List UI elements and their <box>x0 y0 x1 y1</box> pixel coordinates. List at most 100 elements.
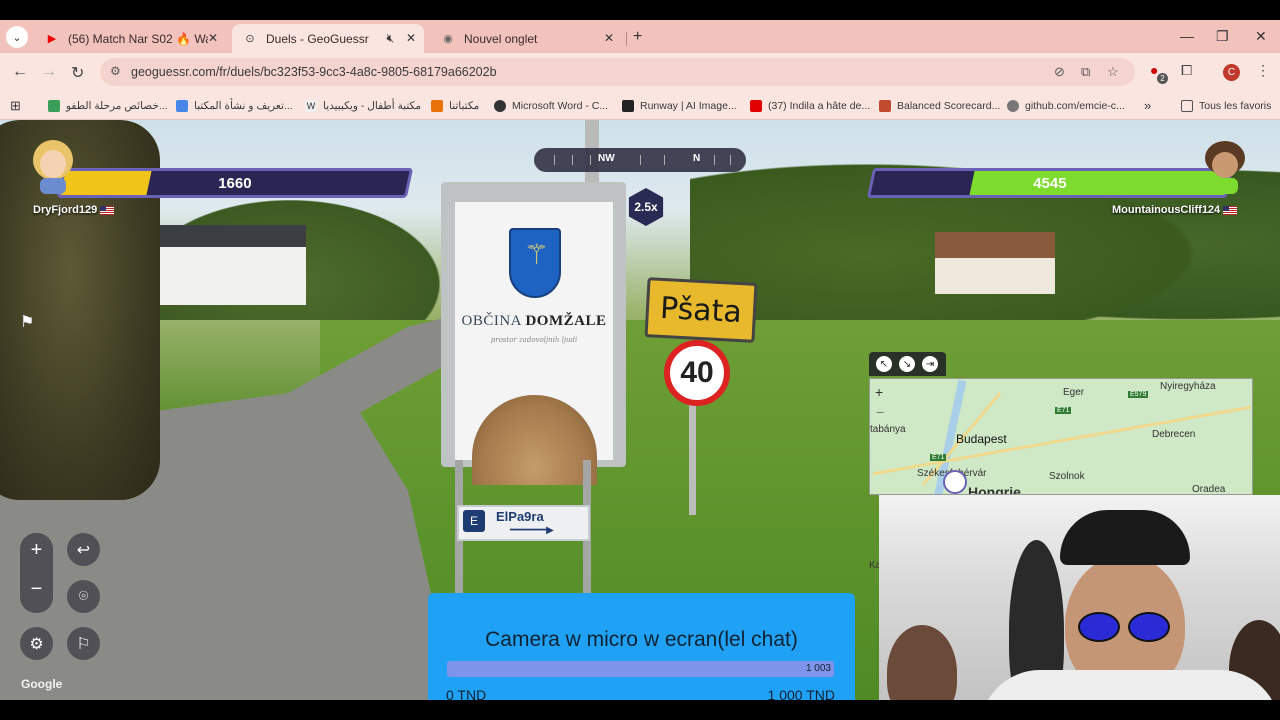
url-text[interactable]: geoguessr.com/fr/duels/bc323f53-9cc3-4a8… <box>131 65 497 79</box>
compass-tick <box>664 155 665 165</box>
settings-gear-icon[interactable]: ⚙ <box>20 627 53 660</box>
map-zoom-out-icon[interactable]: − <box>876 404 884 420</box>
close-tab-icon[interactable]: ✕ <box>406 31 416 45</box>
tab-strip: ⌄ ▶ (56) Match Nar S02 🔥 Walid E ✕ ⊙ Due… <box>0 20 1280 53</box>
us-flag-icon <box>100 205 115 215</box>
crest-emblem-icon: ⚚ <box>524 239 550 270</box>
company-sign-text: ElPa9ra <box>496 509 544 524</box>
map-city: Oradea <box>1192 484 1226 495</box>
tab-separator <box>626 32 627 46</box>
player1-avatar <box>30 138 76 194</box>
map-road <box>872 405 1252 476</box>
sunglasses-right <box>1128 612 1170 642</box>
report-flag-icon[interactable]: ⚑ <box>20 312 42 334</box>
more-bookmarks-chevron-icon[interactable]: » <box>1144 97 1151 114</box>
map-city: Debrecen <box>1152 429 1196 440</box>
bookmark-item[interactable]: Runway | AI Image... <box>622 97 737 114</box>
bottom-letterbox <box>0 700 1280 720</box>
compass-tick <box>730 155 731 165</box>
player1-health-value: 1660 <box>218 175 252 192</box>
bookmark-item[interactable]: تعريف و نشأة المكتبا... <box>176 97 293 114</box>
chrome-icon: ◉ <box>443 33 453 45</box>
google-watermark: Google <box>21 677 63 691</box>
blogger-icon <box>431 99 443 112</box>
flag-checkpoint-icon[interactable]: ⚐ <box>67 627 100 660</box>
address-bar[interactable]: ⚙︎ geoguessr.com/fr/duels/bc323f53-9cc3-… <box>100 58 1135 86</box>
company-logo-icon: E <box>463 510 485 532</box>
close-tab-icon[interactable]: ✕ <box>208 31 218 45</box>
site-settings-icon[interactable]: ⚙︎ <box>110 64 121 78</box>
compass-tick <box>590 155 591 165</box>
tab-search-chevron-icon[interactable]: ⌄ <box>6 26 28 48</box>
install-app-icon[interactable]: ⧉ <box>1081 64 1090 80</box>
back-arrow-icon[interactable]: ← <box>12 63 28 81</box>
map-expand-icon[interactable]: ↖ <box>876 356 892 372</box>
map-road-shield: E71 <box>1055 407 1072 414</box>
forward-arrow-icon[interactable]: → <box>41 63 57 81</box>
geoguessr-pin-icon: ⊙ <box>245 33 255 45</box>
map-road-shield: E71 <box>930 454 947 461</box>
map-city: Nyiregyháza <box>1160 381 1216 392</box>
github-icon <box>1007 99 1019 112</box>
map-shrink-icon[interactable]: ↘ <box>899 356 915 372</box>
all-bookmarks[interactable]: Tous les favoris <box>1181 97 1271 114</box>
apps-grid-icon[interactable]: ⊞ <box>10 97 21 114</box>
minimize-icon[interactable]: — <box>1180 28 1194 44</box>
map-city: Szolnok <box>1049 471 1085 482</box>
tab-youtube[interactable]: ▶ (56) Match Nar S02 🔥 Walid E ✕ <box>34 24 226 53</box>
webcam-streamer-cap <box>1060 510 1190 565</box>
sign-pole <box>689 405 696 515</box>
top-letterbox <box>0 0 1280 20</box>
bookmark-item[interactable]: github.com/emcie-c... <box>1007 97 1125 114</box>
player-map-pin-avatar <box>943 470 967 494</box>
toolbar: ← → ↻ ⚙︎ geoguessr.com/fr/duels/bc323f53… <box>0 53 1280 91</box>
bookmark-item[interactable]: خصائص مرحلة الطفو... <box>48 97 168 114</box>
star-bookmark-icon[interactable]: ☆ <box>1107 64 1119 80</box>
map-road-shield: E579 <box>1128 391 1149 398</box>
map-toolbar: ↖ ↘ ⇥ <box>869 352 946 376</box>
direction-arrow-icon: ━━━━━━▶ <box>510 525 554 536</box>
bookmark-item[interactable]: W مكتبة أطفال - ويكيبيديا <box>305 97 421 114</box>
donation-goal-title: Camera w micro w ecran(lel chat) <box>485 628 798 651</box>
town-sign: Pšata <box>644 277 758 343</box>
compass-tick <box>554 155 555 165</box>
restore-icon[interactable]: ❐ <box>1216 28 1229 45</box>
puzzle-extensions-icon[interactable]: ⧠ <box>1181 62 1192 79</box>
map-city: tabánya <box>870 424 906 435</box>
map-zoom-in-icon[interactable]: + <box>875 384 883 400</box>
close-tab-icon[interactable]: ✕ <box>604 31 614 45</box>
kebab-menu-icon[interactable]: ⋮ <box>1256 62 1270 79</box>
guess-map[interactable]: Eger Nyiregyháza Budapest Debrecen Széke… <box>869 378 1253 495</box>
bookmark-item[interactable]: (37) Indila a hâte de... <box>750 97 870 114</box>
zoom-in-icon[interactable]: + <box>20 539 53 562</box>
tab-geoguessr[interactable]: ⊙ Duels - GeoGuessr 🔇︎ ✕ <box>232 24 424 53</box>
compass-n: N <box>693 153 701 164</box>
tab-new-tab[interactable]: ◉ Nouvel onglet ✕ <box>430 24 622 53</box>
muted-speaker-icon[interactable]: 🔇︎ <box>386 31 394 46</box>
player2-name: MountainousCliff124 <box>1112 204 1238 216</box>
map-city-capital: Budapest <box>956 432 1007 446</box>
donation-current-amount: 1 003 <box>805 663 831 674</box>
profile-avatar[interactable]: C <box>1223 64 1240 81</box>
bookmarks-bar: ⊞ خصائص مرحلة الطفو... تعريف و نشأة المك… <box>0 91 1280 120</box>
bookmark-item[interactable]: مكتباتنا <box>431 97 479 114</box>
extension-badge: 2 <box>1157 73 1168 84</box>
bookmark-favicon-icon <box>176 99 188 112</box>
tab-label: Duels - GeoGuessr <box>266 31 369 46</box>
undo-move-icon[interactable]: ↩ <box>67 533 100 566</box>
new-tab-plus-icon[interactable]: + <box>633 28 642 46</box>
close-window-icon[interactable]: ✕ <box>1255 28 1267 45</box>
youtube-icon <box>750 99 762 112</box>
bookmark-item[interactable]: Microsoft Word - C... <box>494 97 608 114</box>
zoom-out-icon[interactable]: − <box>20 578 53 601</box>
map-pin-toggle-icon[interactable]: ⇥ <box>922 356 938 372</box>
eye-off-icon[interactable]: ⊘ <box>1054 64 1065 80</box>
reload-icon[interactable]: ↻ <box>71 63 84 83</box>
board-tagline: prostor zadovoljnih ljudi <box>490 336 578 344</box>
bookmark-item[interactable]: Balanced Scorecard... <box>879 97 1000 114</box>
return-to-start-icon[interactable]: ⌾ <box>67 580 100 613</box>
compass-nw: NW <box>598 153 615 164</box>
damage-multiplier: 2.5x <box>628 188 664 226</box>
compass-tick <box>572 155 573 165</box>
map-zoom-controls: + − <box>875 384 893 424</box>
